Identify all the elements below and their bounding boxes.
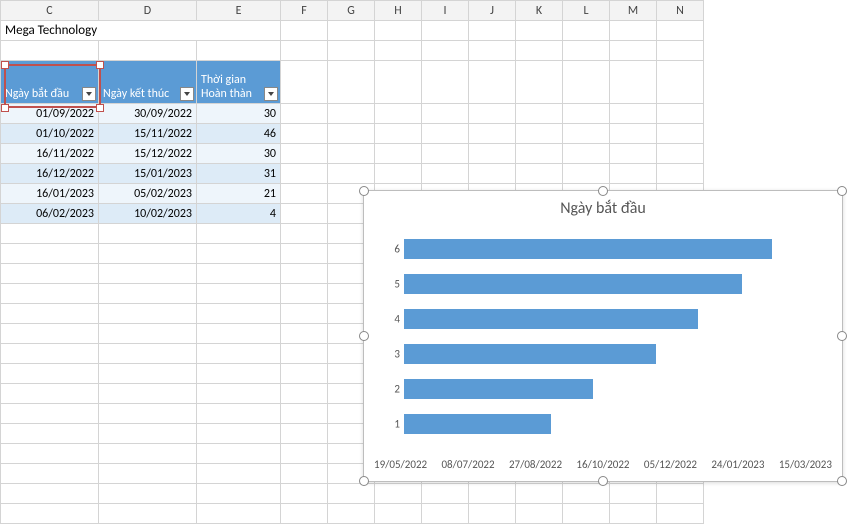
table-row[interactable]: [1, 504, 704, 524]
chart-bar[interactable]: [404, 274, 742, 294]
chart-bar[interactable]: [404, 379, 593, 399]
filter-button[interactable]: [264, 87, 278, 101]
chart-resize-handle[interactable]: [359, 186, 369, 196]
chart-resize-handle[interactable]: [598, 476, 608, 486]
chart-bar[interactable]: [404, 344, 656, 364]
chart-resize-handle[interactable]: [837, 331, 847, 341]
chart-x-axis: 19/05/2022 08/07/2022 27/08/2022 16/10/2022…: [374, 458, 832, 471]
chart-x-tick: 08/07/2022: [441, 458, 494, 471]
chart-resize-handle[interactable]: [837, 476, 847, 486]
col-header[interactable]: E: [197, 1, 281, 21]
chart-x-tick: 19/05/2022: [374, 458, 427, 471]
embedded-chart[interactable]: Ngày bắt đầu 123456 19/05/202208/07/2022…: [363, 190, 843, 482]
col-header[interactable]: L: [563, 1, 610, 21]
table-header-row[interactable]: Ngày bắt đầu Ngày kết thúc Thời gian Hoà…: [1, 61, 704, 104]
table-row[interactable]: 01/09/202230/09/202230: [1, 104, 704, 124]
chart-bar[interactable]: [404, 309, 698, 329]
chart-plot-area[interactable]: 123456: [404, 231, 824, 441]
table-row[interactable]: 01/10/202215/11/202246: [1, 124, 704, 144]
col-header[interactable]: I: [422, 1, 469, 21]
chart-y-tick: 1: [386, 417, 400, 430]
col-header[interactable]: C: [1, 1, 99, 21]
col-header[interactable]: H: [375, 1, 422, 21]
chart-y-tick: 3: [386, 347, 400, 360]
column-header-row[interactable]: C D E F G H I J K L M N: [1, 1, 704, 21]
header-end-date[interactable]: Ngày kết thúc: [99, 61, 197, 104]
col-header[interactable]: K: [516, 1, 563, 21]
col-header[interactable]: G: [328, 1, 375, 21]
spreadsheet-view: C D E F G H I J K L M N Mega Technology …: [0, 0, 849, 522]
header-start-date[interactable]: Ngày bắt đầu: [1, 61, 99, 104]
table-row[interactable]: [1, 41, 704, 61]
filter-button[interactable]: [180, 87, 194, 101]
chart-x-tick: 24/01/2023: [711, 458, 764, 471]
chart-x-tick: 15/03/2023: [779, 458, 832, 471]
chart-y-tick: 6: [386, 242, 400, 255]
header-duration[interactable]: Thời gian Hoàn thàn: [197, 61, 281, 104]
chart-x-tick: 05/12/2022: [644, 458, 697, 471]
chart-bar[interactable]: [404, 239, 772, 259]
col-header[interactable]: M: [610, 1, 657, 21]
chart-resize-handle[interactable]: [359, 331, 369, 341]
chart-x-tick: 16/10/2022: [576, 458, 629, 471]
chart-y-tick: 5: [386, 277, 400, 290]
chart-x-tick: 27/08/2022: [509, 458, 562, 471]
col-header[interactable]: N: [657, 1, 704, 21]
col-header[interactable]: D: [99, 1, 197, 21]
table-row[interactable]: [1, 484, 704, 504]
col-header[interactable]: F: [281, 1, 328, 21]
chart-resize-handle[interactable]: [598, 186, 608, 196]
chart-y-tick: 2: [386, 382, 400, 395]
table-row[interactable]: 16/12/202215/01/202331: [1, 164, 704, 184]
sheet-title[interactable]: Mega Technology: [1, 21, 281, 41]
chart-resize-handle[interactable]: [837, 186, 847, 196]
chart-resize-handle[interactable]: [359, 476, 369, 486]
chart-y-tick: 4: [386, 312, 400, 325]
table-row[interactable]: 16/11/202215/12/202230: [1, 144, 704, 164]
table-row[interactable]: Mega Technology: [1, 21, 704, 41]
filter-button[interactable]: [82, 87, 96, 101]
col-header[interactable]: J: [469, 1, 516, 21]
chart-bar[interactable]: [404, 414, 551, 434]
